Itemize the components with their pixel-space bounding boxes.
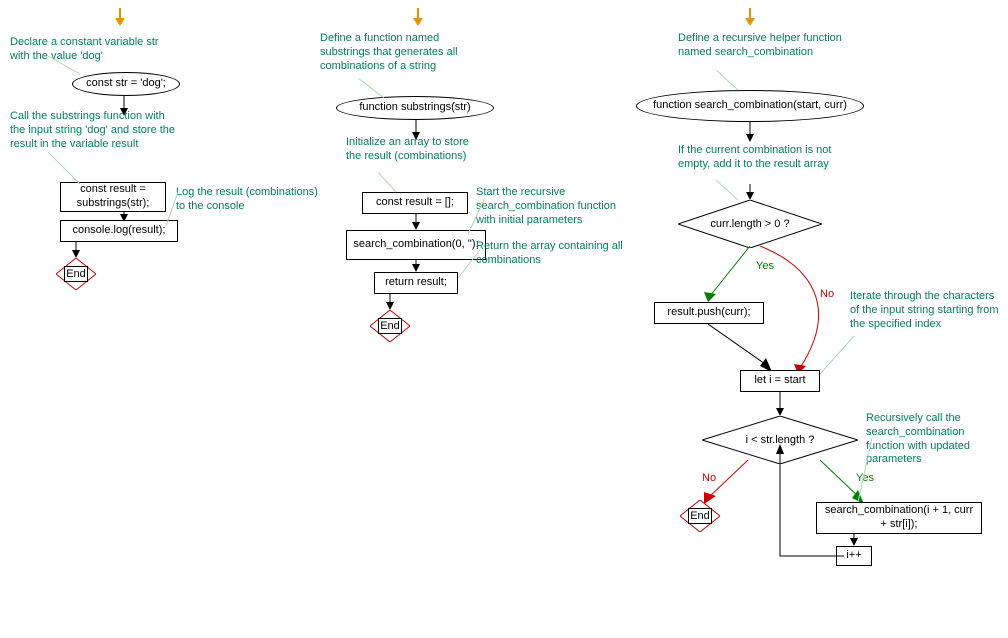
node-func-substrings-label: function substrings(str) (359, 101, 470, 115)
arrow (744, 122, 756, 144)
node-const-str: const str = 'dog'; (72, 72, 180, 96)
annot-declare: Declare a constant variable str with the… (10, 36, 170, 64)
annot-line (48, 152, 88, 186)
end-col3-label: End (688, 508, 712, 524)
node-push: result.push(curr); (654, 302, 764, 324)
node-func-search-label: function search_combination(start, curr) (653, 99, 847, 113)
node-return-label: return result; (385, 276, 447, 290)
annot-line (458, 250, 482, 280)
node-push-label: result.push(curr); (667, 306, 750, 320)
start-arrow (110, 8, 130, 28)
annot-init: Initialize an array to store the result … (346, 136, 486, 164)
arrow (744, 184, 756, 202)
annot-line (166, 192, 180, 228)
end-col1: End (56, 258, 96, 290)
annot-line (820, 336, 856, 376)
decision-curr-length-label: curr.length > 0 ? (710, 218, 789, 230)
node-log: console.log(result); (60, 220, 178, 242)
start-arrow (408, 8, 428, 28)
annot-line (468, 200, 486, 236)
node-init-label: const result = []; (376, 196, 454, 210)
annot-ifcurr: If the current combination is not empty,… (678, 144, 848, 172)
annot-iterate: Iterate through the characters of the in… (850, 290, 1000, 331)
no-label-2: No (702, 472, 716, 484)
arrow (774, 392, 786, 418)
annot-define-fn: Define a function named substrings that … (320, 32, 480, 73)
annot-line (48, 56, 88, 76)
annot-return: Return the array containing all combinat… (476, 240, 636, 268)
start-arrow (740, 8, 760, 28)
annot-recurse: Recursively call the search_combination … (866, 412, 1006, 467)
end-col2-label: End (378, 318, 402, 334)
node-return: return result; (374, 272, 458, 294)
node-const-str-label: const str = 'dog'; (86, 77, 166, 91)
end-col1-label: End (64, 266, 88, 282)
node-init: const result = []; (362, 192, 468, 214)
annot-line (378, 172, 398, 194)
annot-line (358, 78, 388, 100)
annot-line (716, 70, 740, 92)
annot-start: Start the recursive search_combination f… (476, 186, 626, 227)
annot-line (716, 180, 740, 202)
node-leti: let i = start (740, 370, 820, 392)
end-col2: End (370, 310, 410, 342)
arrow (708, 324, 788, 374)
no-label-1: No (820, 288, 834, 300)
annot-call: Call the substrings function with the in… (10, 110, 180, 151)
node-log-label: console.log(result); (73, 224, 166, 238)
end-col3: End (680, 500, 720, 532)
node-result-label: const result = substrings(str); (67, 183, 159, 211)
node-result: const result = substrings(str); (60, 182, 166, 212)
annot-line (858, 438, 874, 504)
node-leti-label: let i = start (754, 374, 805, 388)
node-func-search: function search_combination(start, curr) (636, 90, 864, 122)
annot-define-helper: Define a recursive helper function named… (678, 32, 848, 60)
decision-curr-length: curr.length > 0 ? (678, 200, 822, 248)
loopback-arrow (760, 440, 850, 570)
annot-log: Log the result (combinations) to the con… (176, 186, 326, 214)
